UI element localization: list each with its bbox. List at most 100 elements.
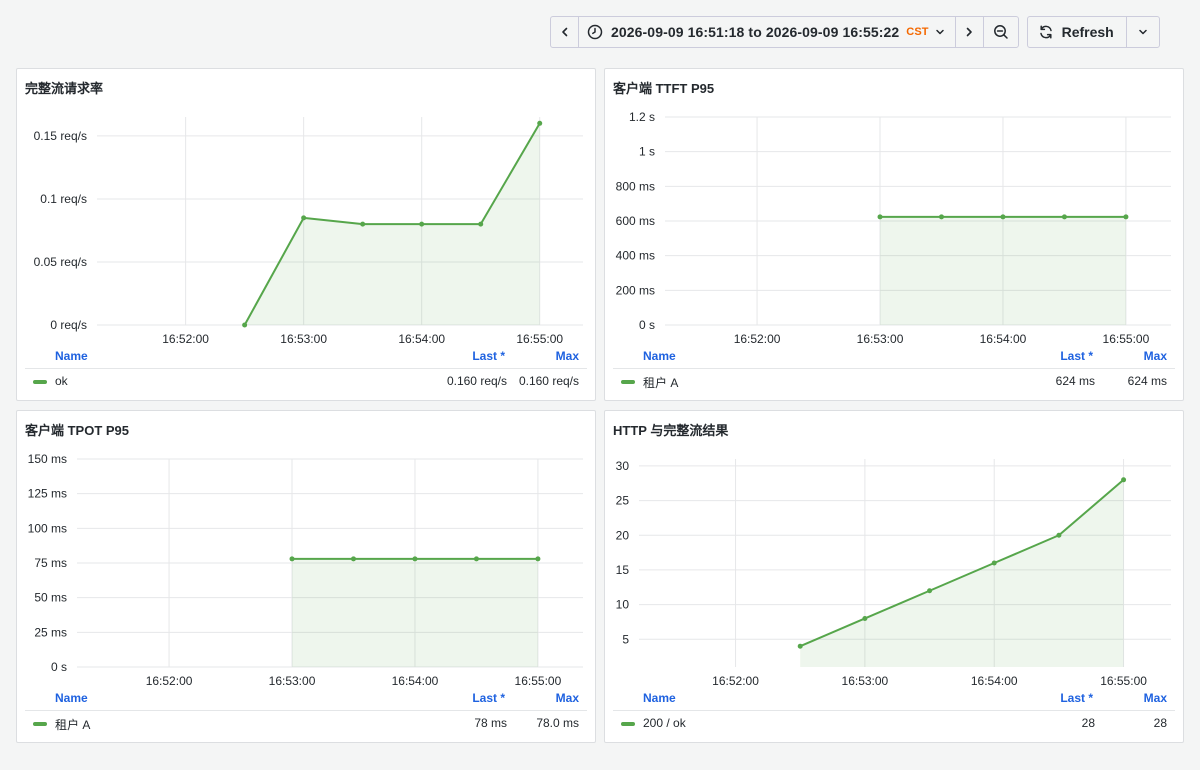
data-point — [473, 556, 479, 562]
legend-header-last[interactable]: Last * — [1060, 691, 1093, 705]
legend-header-last[interactable]: Last * — [472, 349, 505, 363]
panel-request-rate[interactable]: 完整流请求率 0 req/s 0.05 req/s 0.1 req/s 0.15 re… — [16, 68, 596, 401]
legend-max-value: 78.0 ms — [536, 716, 579, 730]
series-swatch — [33, 380, 47, 384]
legend-header-name[interactable]: Name — [643, 691, 676, 705]
shift-back-button[interactable] — [551, 17, 579, 47]
legend-header-name[interactable]: Name — [643, 349, 676, 363]
refresh-icon — [1039, 25, 1052, 39]
x-tick-label: 16:54:00 — [392, 674, 439, 688]
legend-last-value: 78 ms — [474, 716, 507, 730]
data-point — [360, 221, 366, 227]
zoom-out-icon — [993, 25, 1008, 39]
legend-max-value: 624 ms — [1127, 374, 1167, 388]
series-area — [880, 216, 1126, 325]
panel-ttft-p95[interactable]: 客户端 TTFT P95 0 s 200 ms 400 ms 600 ms 800 ms… — [604, 68, 1184, 401]
chevron-left-icon — [561, 27, 567, 37]
refresh-label: Refresh — [1061, 24, 1114, 40]
legend-series-name: 租户 A — [643, 376, 679, 390]
y-tick-label: 1 s — [639, 145, 655, 159]
time-range-group: 2026-09-09 16:51:18 to 2026-09-09 16:55:… — [550, 16, 1019, 48]
data-point — [419, 221, 425, 227]
y-tick-label: 5 — [622, 632, 629, 646]
legend-last-value: 28 — [1081, 716, 1095, 730]
legend-header: Name Last * Max — [605, 349, 1183, 367]
y-tick-label: 1.2 s — [629, 110, 655, 124]
legend-header-name[interactable]: Name — [55, 349, 88, 363]
y-tick-label: 0.15 req/s — [34, 129, 87, 143]
y-tick-label: 0 s — [639, 318, 655, 332]
y-tick-label: 20 — [616, 528, 630, 542]
zoom-out-button[interactable] — [984, 17, 1018, 47]
data-point — [927, 588, 933, 594]
data-point — [301, 215, 307, 221]
legend-header-max[interactable]: Max — [556, 349, 579, 363]
clock-icon — [587, 24, 603, 40]
x-tick-label: 16:55:00 — [516, 332, 563, 346]
time-range-text: 2026-09-09 16:51:18 to 2026-09-09 16:55:… — [611, 24, 900, 40]
data-point — [350, 556, 356, 562]
y-tick-label: 10 — [616, 598, 630, 612]
data-point — [991, 560, 997, 566]
y-tick-label: 0.1 req/s — [40, 192, 87, 206]
data-point — [1056, 532, 1062, 538]
legend-header-last[interactable]: Last * — [1060, 349, 1093, 363]
x-tick-label: 16:54:00 — [971, 674, 1018, 688]
series-swatch — [621, 722, 635, 726]
x-tick-label: 16:54:00 — [980, 332, 1027, 346]
data-point — [862, 615, 868, 621]
legend-header: Name Last * Max — [17, 349, 595, 367]
x-tick-label: 16:53:00 — [280, 332, 327, 346]
time-toolbar: 2026-09-09 16:51:18 to 2026-09-09 16:55:… — [550, 16, 1160, 48]
legend-last-value: 0.160 req/s — [446, 374, 507, 388]
data-point — [535, 556, 541, 562]
y-tick-label: 800 ms — [616, 179, 655, 193]
y-tick-label: 0 req/s — [50, 318, 87, 332]
y-tick-label: 50 ms — [34, 591, 67, 605]
time-range-picker[interactable]: 2026-09-09 16:51:18 to 2026-09-09 16:55:… — [579, 17, 956, 47]
legend-row[interactable]: 租户 A 624 ms 624 ms — [613, 368, 1175, 392]
y-tick-label: 25 — [616, 494, 630, 508]
data-point — [242, 322, 248, 328]
chevron-right-icon — [966, 27, 972, 37]
x-tick-label: 16:54:00 — [398, 332, 445, 346]
refresh-interval-dropdown[interactable] — [1127, 17, 1159, 47]
series-area — [800, 479, 1124, 667]
y-tick-label: 400 ms — [616, 249, 655, 263]
legend-header-last[interactable]: Last * — [472, 691, 505, 705]
x-tick-label: 16:52:00 — [162, 332, 209, 346]
y-tick-label: 600 ms — [616, 214, 655, 228]
legend-row[interactable]: 租户 A 78 ms 78.0 ms — [25, 710, 587, 734]
series-area — [292, 558, 538, 667]
data-point — [1123, 214, 1129, 220]
x-tick-label: 16:52:00 — [146, 674, 193, 688]
data-point — [938, 214, 944, 220]
y-tick-label: 0.05 req/s — [34, 255, 87, 269]
y-tick-label: 200 ms — [616, 283, 655, 297]
panel-http-results[interactable]: HTTP 与完整流结果 5 10 15 20 25 30 16:52:00 16:53:00 1… — [604, 410, 1184, 743]
x-tick-label: 16:53:00 — [857, 332, 904, 346]
legend-header-max[interactable]: Max — [556, 691, 579, 705]
y-tick-label: 125 ms — [28, 487, 67, 501]
data-point — [797, 643, 803, 649]
data-point — [412, 556, 418, 562]
data-point — [1121, 477, 1127, 483]
y-tick-label: 0 s — [51, 660, 67, 674]
refresh-button[interactable]: Refresh — [1028, 17, 1127, 47]
panel-tpot-p95[interactable]: 客户端 TPOT P95 0 s 25 ms 50 ms 75 ms 100 ms 125… — [16, 410, 596, 743]
chevron-down-icon — [935, 29, 944, 35]
x-tick-label: 16:55:00 — [515, 674, 562, 688]
legend-header: Name Last * Max — [17, 691, 595, 709]
legend-row[interactable]: 200 / ok 28 28 — [613, 710, 1175, 734]
legend-header-name[interactable]: Name — [55, 691, 88, 705]
legend-header-max[interactable]: Max — [1144, 691, 1167, 705]
legend-header-max[interactable]: Max — [1144, 349, 1167, 363]
legend-series-name: 200 / ok — [643, 716, 686, 730]
legend-row[interactable]: ok 0.160 req/s 0.160 req/s — [25, 368, 587, 392]
series-swatch — [621, 380, 635, 384]
legend-max-value: 0.160 req/s — [518, 374, 579, 388]
refresh-group: Refresh — [1026, 16, 1160, 48]
legend-header: Name Last * Max — [605, 691, 1183, 709]
shift-forward-button[interactable] — [956, 17, 984, 47]
x-tick-label: 16:53:00 — [269, 674, 316, 688]
